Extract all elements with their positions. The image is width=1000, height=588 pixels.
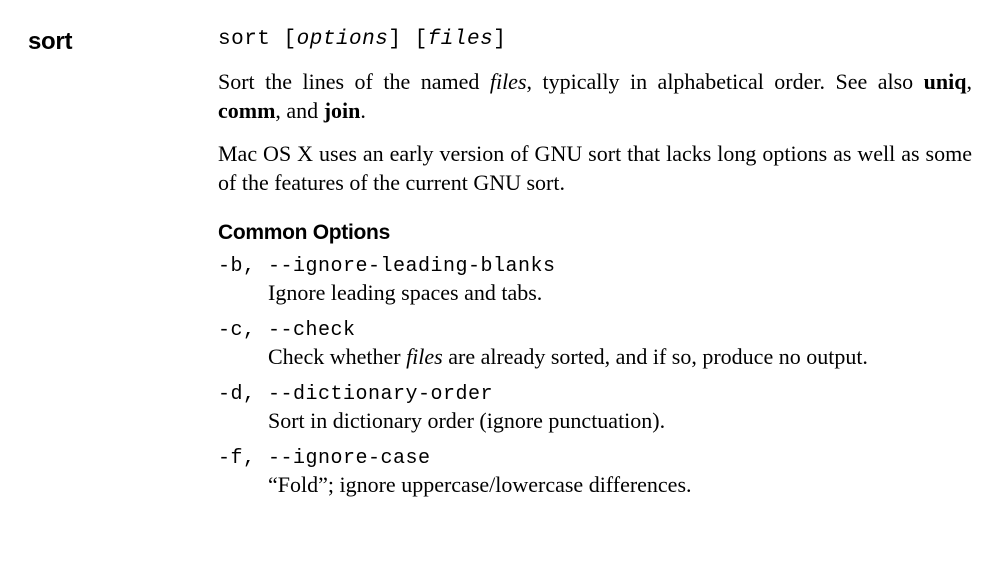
option-flag: -f,--ignore-case	[218, 447, 972, 470]
text: are already sorted, and if so, produce n…	[443, 344, 868, 369]
description-p2: Mac OS X uses an early version of GNU so…	[218, 139, 972, 197]
ref-comm: comm	[218, 98, 275, 123]
option-flag: -b,--ignore-leading-blanks	[218, 255, 972, 278]
option-flag: -c,--check	[218, 319, 972, 342]
text: .	[360, 98, 366, 123]
option-long: --ignore-case	[268, 447, 431, 470]
option-desc: Check whether files are already sorted, …	[268, 342, 972, 371]
option-desc: Ignore leading spaces and tabs.	[268, 278, 972, 307]
option-short: -b,	[218, 255, 268, 278]
left-column: sort	[28, 28, 218, 511]
section-heading: Common Options	[218, 221, 972, 245]
ref-uniq: uniq	[924, 69, 967, 94]
text: , and	[275, 98, 323, 123]
option-d: -d,--dictionary-order Sort in dictionary…	[218, 383, 972, 435]
option-desc: “Fold”; ignore uppercase/lowercase diffe…	[268, 470, 972, 499]
option-b: -b,--ignore-leading-blanks Ignore leadin…	[218, 255, 972, 307]
option-short: -f,	[218, 447, 268, 470]
description-p1: Sort the lines of the named files, typic…	[218, 67, 972, 125]
files-italic: files	[406, 344, 443, 369]
option-long: --check	[268, 319, 356, 342]
ref-join: join	[324, 98, 361, 123]
text: ,	[967, 69, 973, 94]
option-c: -c,--check Check whether files are alrea…	[218, 319, 972, 371]
text: Sort the lines of the named	[218, 69, 490, 94]
synopsis-files-arg: files	[428, 28, 494, 51]
option-f: -f,--ignore-case “Fold”; ignore uppercas…	[218, 447, 972, 499]
manpage: sort sort [options] [files] Sort the lin…	[28, 28, 972, 511]
command-name: sort	[28, 28, 218, 56]
option-desc: Sort in dictionary order (ignore punctua…	[268, 406, 972, 435]
synopsis: sort [options] [files]	[218, 28, 972, 51]
option-flag: -d,--dictionary-order	[218, 383, 972, 406]
files-italic: files	[490, 69, 527, 94]
text: , typically in alphabetical order. See a…	[527, 69, 924, 94]
option-long: --dictionary-order	[268, 383, 493, 406]
option-long: --ignore-leading-blanks	[268, 255, 556, 278]
option-short: -c,	[218, 319, 268, 342]
right-column: sort [options] [files] Sort the lines of…	[218, 28, 972, 511]
option-short: -d,	[218, 383, 268, 406]
text: Check whether	[268, 344, 406, 369]
synopsis-options-arg: options	[297, 28, 389, 51]
synopsis-cmd: sort	[218, 28, 270, 51]
